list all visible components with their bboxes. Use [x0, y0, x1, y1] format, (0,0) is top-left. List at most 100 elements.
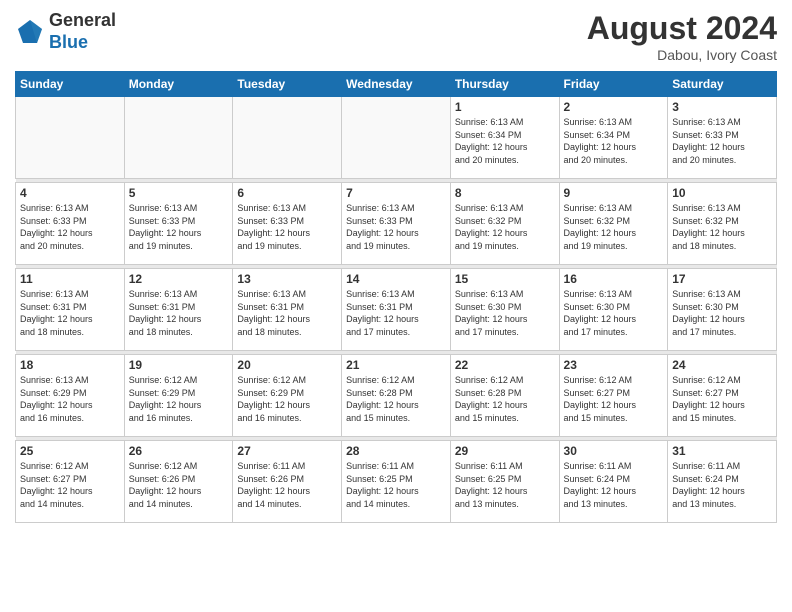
day-number: 18: [20, 358, 120, 372]
calendar-cell: 26Sunrise: 6:12 AM Sunset: 6:26 PM Dayli…: [124, 441, 233, 523]
weekday-header-sunday: Sunday: [16, 72, 125, 97]
calendar-cell: 4 Sunrise: 6:13 AM Sunset: 6:33 PM Daylig…: [16, 183, 125, 265]
day-number: 20: [237, 358, 337, 372]
day-number: 11: [20, 272, 120, 286]
day-info: Sunrise: 6:13 AM Sunset: 6:34 PM Dayligh…: [564, 116, 664, 166]
day-info: Sunrise: 6:13 AM Sunset: 6:30 PM Dayligh…: [672, 288, 772, 338]
week-row-3: 11 Sunrise: 6:13 AM Sunset: 6:31 PM Dayli…: [16, 269, 777, 351]
weekday-header-thursday: Thursday: [450, 72, 559, 97]
day-info: Sunrise: 6:12 AM Sunset: 6:27 PM Dayligh…: [672, 374, 772, 424]
weekday-header-tuesday: Tuesday: [233, 72, 342, 97]
day-info: Sunrise: 6:13 AM Sunset: 6:30 PM Dayligh…: [455, 288, 555, 338]
day-info: Sunrise: 6:13 AM Sunset: 6:31 PM Dayligh…: [346, 288, 446, 338]
calendar-cell: [124, 97, 233, 179]
logo-blue: Blue: [49, 32, 88, 52]
day-info: Sunrise: 6:13 AM Sunset: 6:33 PM Dayligh…: [346, 202, 446, 252]
calendar-cell: 9 Sunrise: 6:13 AM Sunset: 6:32 PM Daylig…: [559, 183, 668, 265]
day-info: Sunrise: 6:12 AM Sunset: 6:26 PM Dayligh…: [129, 460, 229, 510]
calendar-cell: 20 Sunrise: 6:12 AM Sunset: 6:29 PM Dayli…: [233, 355, 342, 437]
calendar-cell: 15 Sunrise: 6:13 AM Sunset: 6:30 PM Dayli…: [450, 269, 559, 351]
day-number: 14: [346, 272, 446, 286]
calendar-cell: 21 Sunrise: 6:12 AM Sunset: 6:28 PM Dayli…: [342, 355, 451, 437]
day-number: 10: [672, 186, 772, 200]
weekday-header-wednesday: Wednesday: [342, 72, 451, 97]
calendar-cell: 5 Sunrise: 6:13 AM Sunset: 6:33 PM Daylig…: [124, 183, 233, 265]
calendar-cell: 10 Sunrise: 6:13 AM Sunset: 6:32 PM Dayli…: [668, 183, 777, 265]
week-row-5: 25 Sunrise: 6:12 AM Sunset: 6:27 PM Dayli…: [16, 441, 777, 523]
calendar-cell: 28Sunrise: 6:11 AM Sunset: 6:25 PM Dayli…: [342, 441, 451, 523]
day-info: Sunrise: 6:13 AM Sunset: 6:31 PM Dayligh…: [20, 288, 120, 338]
calendar-cell: 8 Sunrise: 6:13 AM Sunset: 6:32 PM Daylig…: [450, 183, 559, 265]
day-number: 15: [455, 272, 555, 286]
calendar-cell: [342, 97, 451, 179]
logo-general: General: [49, 10, 116, 30]
day-info: Sunrise: 6:13 AM Sunset: 6:30 PM Dayligh…: [564, 288, 664, 338]
day-number: 23: [564, 358, 664, 372]
day-number: 21: [346, 358, 446, 372]
day-number: 2: [564, 100, 664, 114]
day-info: Sunrise: 6:13 AM Sunset: 6:29 PM Dayligh…: [20, 374, 120, 424]
calendar-cell: 31Sunrise: 6:11 AM Sunset: 6:24 PM Dayli…: [668, 441, 777, 523]
calendar-cell: 18 Sunrise: 6:13 AM Sunset: 6:29 PM Dayli…: [16, 355, 125, 437]
day-number: 22: [455, 358, 555, 372]
calendar-cell: 24 Sunrise: 6:12 AM Sunset: 6:27 PM Dayli…: [668, 355, 777, 437]
day-info: Sunrise: 6:13 AM Sunset: 6:33 PM Dayligh…: [672, 116, 772, 166]
calendar-cell: 11 Sunrise: 6:13 AM Sunset: 6:31 PM Dayli…: [16, 269, 125, 351]
calendar-cell: 25 Sunrise: 6:12 AM Sunset: 6:27 PM Dayli…: [16, 441, 125, 523]
week-row-2: 4 Sunrise: 6:13 AM Sunset: 6:33 PM Daylig…: [16, 183, 777, 265]
location: Dabou, Ivory Coast: [587, 47, 777, 63]
day-number: 31: [672, 444, 772, 458]
day-info: Sunrise: 6:11 AM Sunset: 6:25 PM Dayligh…: [346, 460, 446, 510]
calendar-cell: 17 Sunrise: 6:13 AM Sunset: 6:30 PM Dayli…: [668, 269, 777, 351]
day-info: Sunrise: 6:12 AM Sunset: 6:27 PM Dayligh…: [20, 460, 120, 510]
day-info: Sunrise: 6:11 AM Sunset: 6:26 PM Dayligh…: [237, 460, 337, 510]
calendar-cell: 29Sunrise: 6:11 AM Sunset: 6:25 PM Dayli…: [450, 441, 559, 523]
day-number: 1: [455, 100, 555, 114]
day-info: Sunrise: 6:13 AM Sunset: 6:33 PM Dayligh…: [129, 202, 229, 252]
day-number: 12: [129, 272, 229, 286]
calendar-cell: 19Sunrise: 6:12 AM Sunset: 6:29 PM Dayli…: [124, 355, 233, 437]
calendar-cell: 30 Sunrise: 6:11 AM Sunset: 6:24 PM Dayli…: [559, 441, 668, 523]
calendar-cell: 22 Sunrise: 6:12 AM Sunset: 6:28 PM Dayli…: [450, 355, 559, 437]
logo-icon: [15, 17, 45, 47]
day-number: 13: [237, 272, 337, 286]
day-number: 24: [672, 358, 772, 372]
day-info: Sunrise: 6:13 AM Sunset: 6:32 PM Dayligh…: [564, 202, 664, 252]
logo: General Blue: [15, 10, 116, 53]
weekday-header-saturday: Saturday: [668, 72, 777, 97]
day-info: Sunrise: 6:11 AM Sunset: 6:25 PM Dayligh…: [455, 460, 555, 510]
day-number: 9: [564, 186, 664, 200]
calendar-cell: 27 Sunrise: 6:11 AM Sunset: 6:26 PM Dayli…: [233, 441, 342, 523]
day-number: 5: [129, 186, 229, 200]
day-number: 4: [20, 186, 120, 200]
day-number: 3: [672, 100, 772, 114]
calendar-cell: [16, 97, 125, 179]
weekday-header-row: SundayMondayTuesdayWednesdayThursdayFrid…: [16, 72, 777, 97]
day-info: Sunrise: 6:13 AM Sunset: 6:33 PM Dayligh…: [20, 202, 120, 252]
day-number: 17: [672, 272, 772, 286]
weekday-header-friday: Friday: [559, 72, 668, 97]
day-number: 30: [564, 444, 664, 458]
day-number: 8: [455, 186, 555, 200]
calendar-page: General Blue August 2024 Dabou, Ivory Co…: [0, 0, 792, 612]
calendar-cell: 23Sunrise: 6:12 AM Sunset: 6:27 PM Dayli…: [559, 355, 668, 437]
day-number: 16: [564, 272, 664, 286]
week-row-4: 18 Sunrise: 6:13 AM Sunset: 6:29 PM Dayli…: [16, 355, 777, 437]
month-title: August 2024: [587, 10, 777, 47]
day-info: Sunrise: 6:13 AM Sunset: 6:31 PM Dayligh…: [129, 288, 229, 338]
calendar-cell: 14 Sunrise: 6:13 AM Sunset: 6:31 PM Dayli…: [342, 269, 451, 351]
day-info: Sunrise: 6:12 AM Sunset: 6:28 PM Dayligh…: [346, 374, 446, 424]
day-info: Sunrise: 6:13 AM Sunset: 6:33 PM Dayligh…: [237, 202, 337, 252]
title-area: August 2024 Dabou, Ivory Coast: [587, 10, 777, 63]
calendar-cell: 1Sunrise: 6:13 AM Sunset: 6:34 PM Daylig…: [450, 97, 559, 179]
day-number: 27: [237, 444, 337, 458]
day-info: Sunrise: 6:13 AM Sunset: 6:31 PM Dayligh…: [237, 288, 337, 338]
day-info: Sunrise: 6:13 AM Sunset: 6:32 PM Dayligh…: [672, 202, 772, 252]
day-info: Sunrise: 6:13 AM Sunset: 6:32 PM Dayligh…: [455, 202, 555, 252]
calendar-cell: 3 Sunrise: 6:13 AM Sunset: 6:33 PM Daylig…: [668, 97, 777, 179]
day-number: 25: [20, 444, 120, 458]
day-info: Sunrise: 6:12 AM Sunset: 6:29 PM Dayligh…: [237, 374, 337, 424]
day-info: Sunrise: 6:12 AM Sunset: 6:28 PM Dayligh…: [455, 374, 555, 424]
day-info: Sunrise: 6:11 AM Sunset: 6:24 PM Dayligh…: [564, 460, 664, 510]
day-info: Sunrise: 6:12 AM Sunset: 6:29 PM Dayligh…: [129, 374, 229, 424]
